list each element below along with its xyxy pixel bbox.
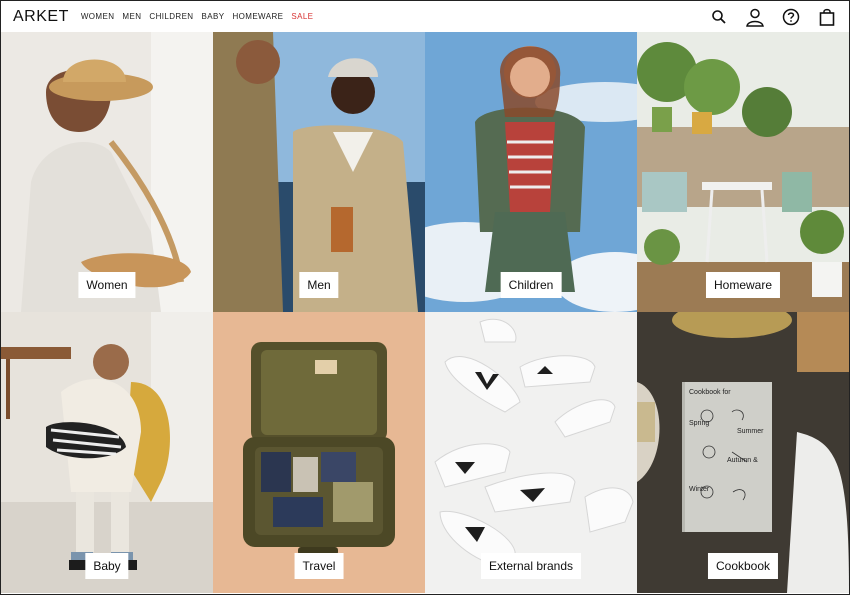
book-season-autumn: Autumn & [727, 457, 758, 465]
nav-children[interactable]: CHILDREN [149, 12, 193, 21]
tile-label: Homeware [705, 272, 781, 298]
book-season-winter: Winter [689, 486, 710, 494]
nav-baby[interactable]: BABY [202, 12, 225, 21]
tile-cookbook[interactable]: Cookbook for Spring Summer Autumn & Wint… [637, 312, 849, 593]
baby-photo [1, 312, 213, 593]
page-frame: ARKET WOMEN MEN CHILDREN BABY HOMEWARE S… [0, 0, 850, 595]
tile-women[interactable]: Women [1, 32, 213, 312]
nav-sale[interactable]: SALE [291, 12, 313, 21]
tile-homeware[interactable]: Homeware [637, 32, 849, 312]
tile-label: External brands [480, 553, 582, 579]
bag-icon[interactable] [817, 7, 837, 27]
help-icon[interactable] [781, 7, 801, 27]
header-icons [709, 7, 837, 27]
book-season-summer: Summer [737, 428, 764, 435]
logo[interactable]: ARKET [13, 8, 69, 26]
account-icon[interactable] [745, 7, 765, 27]
tile-baby[interactable]: Baby [1, 312, 213, 593]
tile-label: Cookbook [707, 553, 779, 579]
external-brands-photo [425, 312, 637, 593]
book-title: Cookbook for [689, 389, 731, 396]
nav-women[interactable]: WOMEN [81, 12, 115, 21]
women-photo [1, 32, 213, 312]
nav-homeware[interactable]: HOMEWARE [232, 12, 283, 21]
travel-photo [213, 312, 425, 593]
tile-external-brands[interactable]: External brands [425, 312, 637, 593]
children-photo [425, 32, 637, 312]
tile-label: Men [299, 272, 339, 298]
tile-label: Baby [85, 553, 129, 579]
main-nav: WOMEN MEN CHILDREN BABY HOMEWARE SALE [81, 12, 314, 21]
tile-label: Women [78, 272, 136, 298]
tile-men[interactable]: Men [213, 32, 425, 312]
nav-men[interactable]: MEN [122, 12, 141, 21]
tile-label: Children [500, 272, 562, 298]
category-grid: Women Men Children Homeware Baby Travel … [1, 32, 849, 593]
tile-label: Travel [294, 553, 344, 579]
tile-travel[interactable]: Travel [213, 312, 425, 593]
homeware-photo [637, 32, 849, 312]
site-header: ARKET WOMEN MEN CHILDREN BABY HOMEWARE S… [1, 1, 849, 32]
book-cover-text: Cookbook for Spring Summer Autumn & Wint… [689, 388, 763, 494]
tile-children[interactable]: Children [425, 32, 637, 312]
search-icon[interactable] [709, 7, 729, 27]
men-photo [213, 32, 425, 312]
